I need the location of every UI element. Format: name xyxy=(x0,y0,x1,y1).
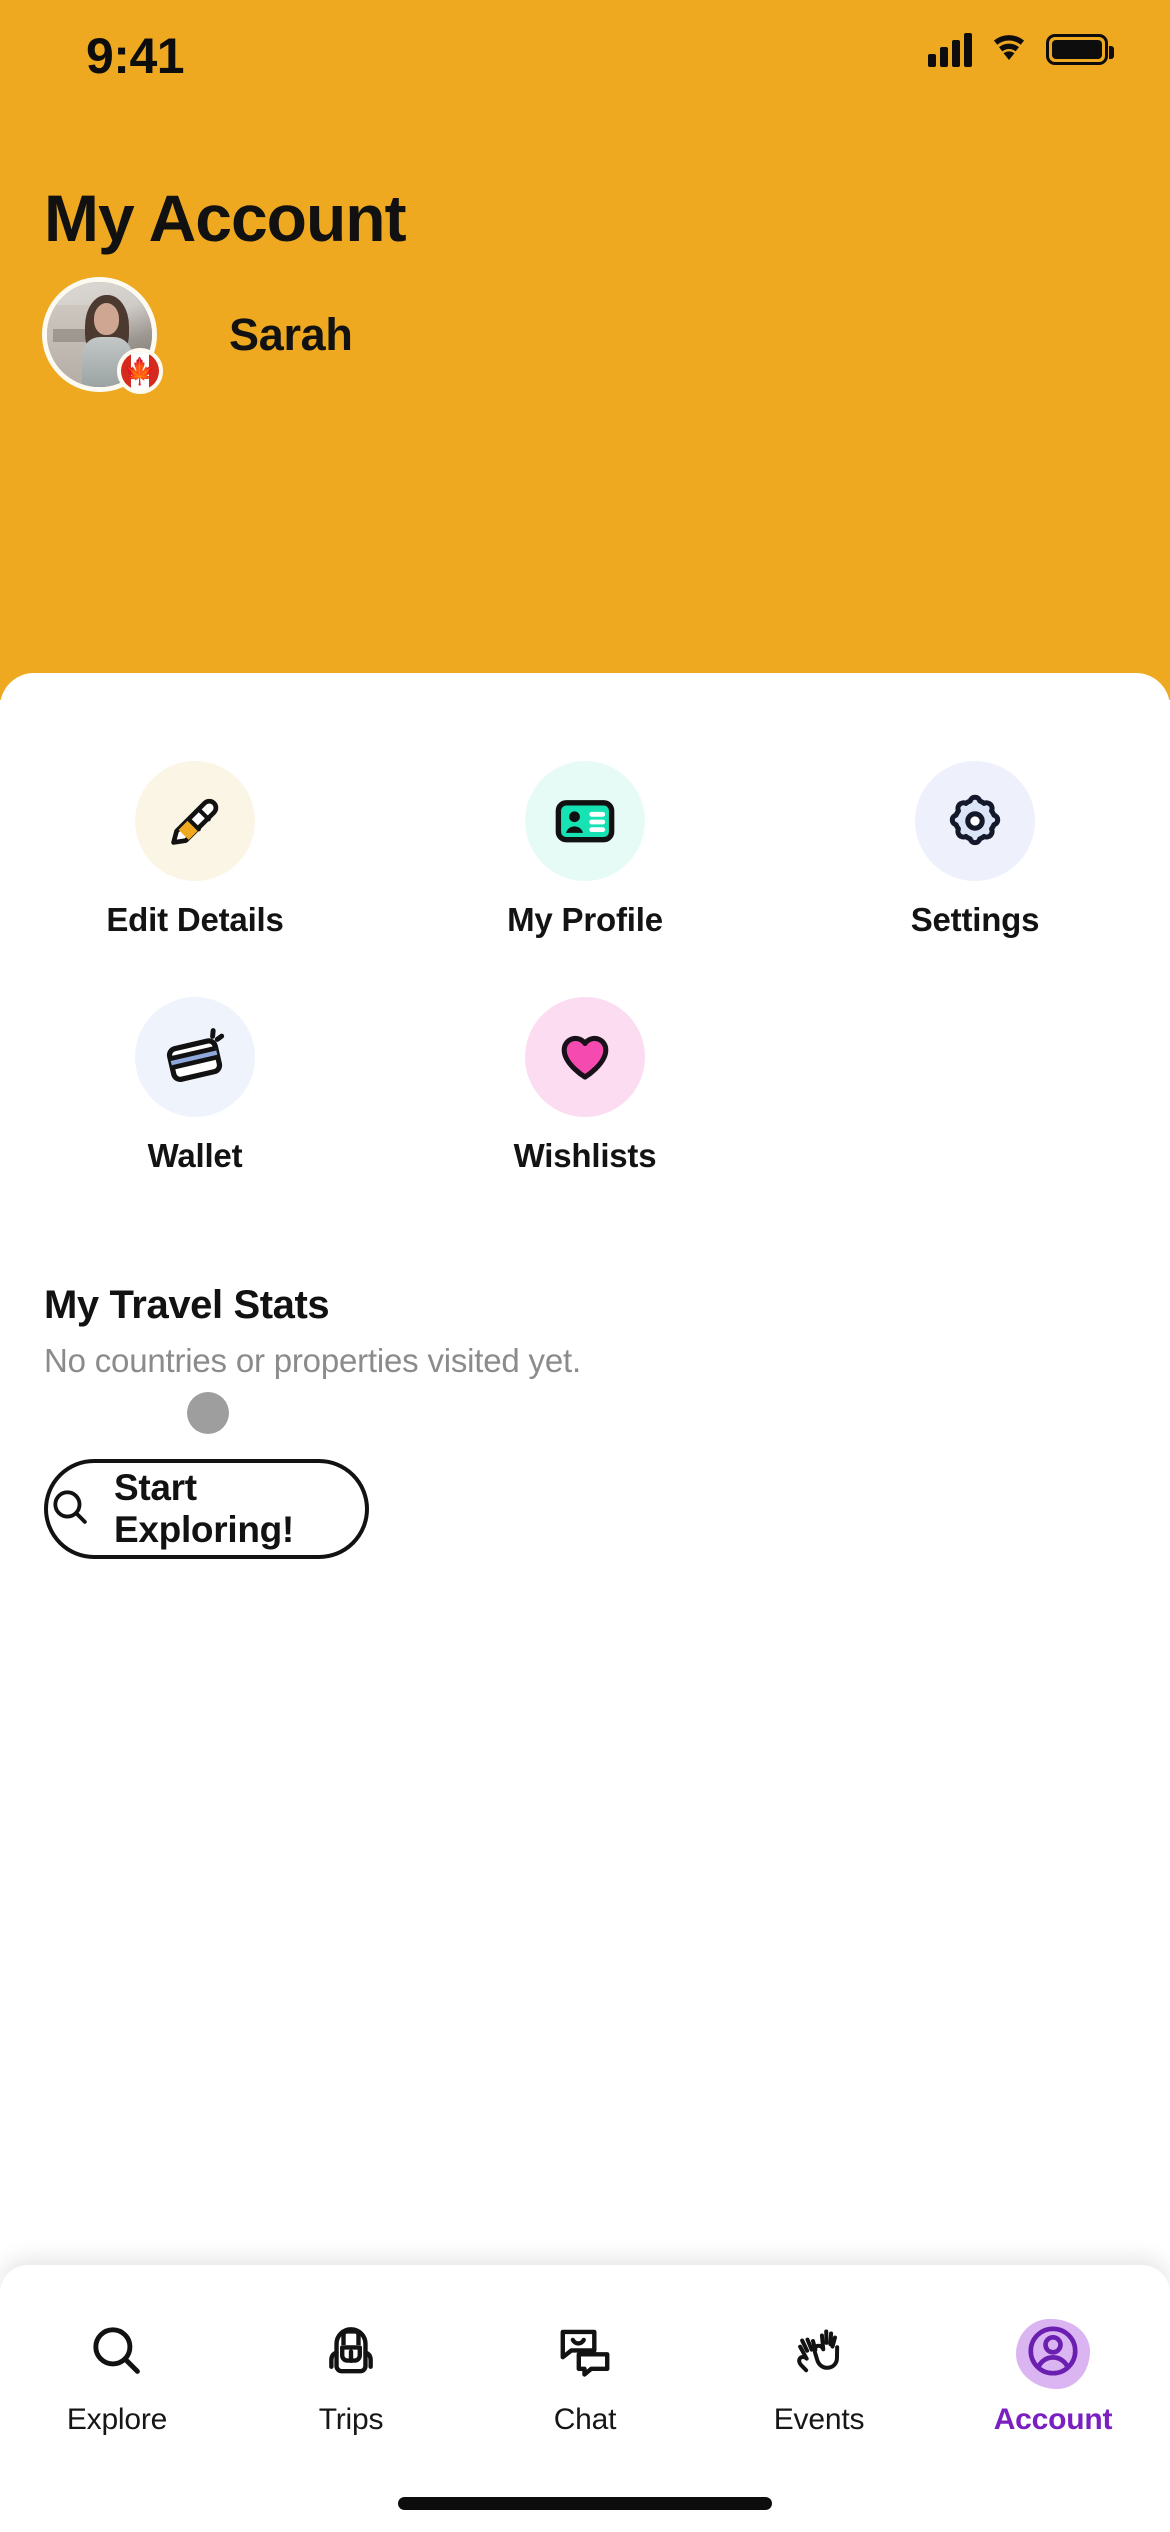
status-bar-time: 9:41 xyxy=(86,28,185,84)
nav-label: Explore xyxy=(66,2403,168,2436)
waving-hands-icon xyxy=(788,2313,850,2389)
action-wishlists[interactable]: Wishlists xyxy=(390,997,780,1175)
nav-item-events[interactable]: Events xyxy=(720,2313,918,2437)
nav-label: Account xyxy=(993,2403,1113,2436)
profile-row[interactable]: 🍁 Sarah xyxy=(42,277,353,394)
travel-stats-title: My Travel Stats xyxy=(44,1283,330,1327)
id-card-icon xyxy=(525,761,645,881)
start-exploring-button[interactable]: Start Exploring! xyxy=(44,1459,369,1559)
travel-stats-placeholder-dot xyxy=(187,1392,229,1434)
nav-label: Chat xyxy=(553,2403,617,2436)
backpack-icon xyxy=(320,2313,382,2389)
nav-item-trips[interactable]: Trips xyxy=(252,2313,450,2437)
chat-bubbles-icon xyxy=(554,2313,616,2389)
maple-leaf-icon: 🍁 xyxy=(123,356,157,386)
home-indicator xyxy=(398,2497,772,2510)
action-edit-details[interactable]: Edit Details xyxy=(0,761,390,939)
nav-label: Trips xyxy=(318,2403,384,2436)
start-exploring-label: Start Exploring! xyxy=(114,1467,294,1550)
account-action-grid: Edit Details My Profile Settings Wallet … xyxy=(0,761,1170,1175)
magnifier-icon xyxy=(86,2313,148,2389)
nav-item-chat[interactable]: Chat xyxy=(486,2313,684,2437)
gear-icon xyxy=(915,761,1035,881)
search-icon xyxy=(48,1485,92,1534)
battery-icon xyxy=(1046,34,1114,65)
nav-item-account[interactable]: Account xyxy=(954,2313,1152,2437)
profile-name: Sarah xyxy=(229,308,353,360)
avatar[interactable]: 🍁 xyxy=(42,277,163,394)
nav-item-explore[interactable]: Explore xyxy=(18,2313,216,2437)
content-sheet: Edit Details My Profile Settings Wallet … xyxy=(0,673,1170,2532)
wifi-icon xyxy=(988,31,1030,68)
pencil-icon xyxy=(135,761,255,881)
page-title: My Account xyxy=(44,181,407,255)
status-bar: 9:41 xyxy=(0,0,1170,120)
account-header: 9:41 My Account 🍁 Sarah xyxy=(0,0,1170,700)
action-wallet[interactable]: Wallet xyxy=(0,997,390,1175)
status-bar-icons xyxy=(928,31,1114,68)
heart-icon xyxy=(525,997,645,1117)
action-my-profile[interactable]: My Profile xyxy=(390,761,780,939)
action-label: Settings xyxy=(910,901,1040,938)
travel-stats-section: My Travel Stats No countries or properti… xyxy=(44,1283,1124,1434)
canada-flag-badge: 🍁 xyxy=(117,348,163,394)
bottom-navigation-bar: Explore Trips Chat Events Account xyxy=(0,2265,1170,2532)
action-label: My Profile xyxy=(507,901,663,938)
cellular-signal-icon xyxy=(928,32,972,67)
action-settings[interactable]: Settings xyxy=(780,761,1170,939)
nav-label: Events xyxy=(773,2403,865,2436)
user-circle-icon xyxy=(1016,2313,1090,2389)
action-label: Edit Details xyxy=(106,901,284,938)
credit-card-icon xyxy=(135,997,255,1117)
action-label: Wallet xyxy=(147,1137,243,1174)
travel-stats-empty-message: No countries or properties visited yet. xyxy=(44,1342,581,1379)
action-label: Wishlists xyxy=(513,1137,657,1174)
